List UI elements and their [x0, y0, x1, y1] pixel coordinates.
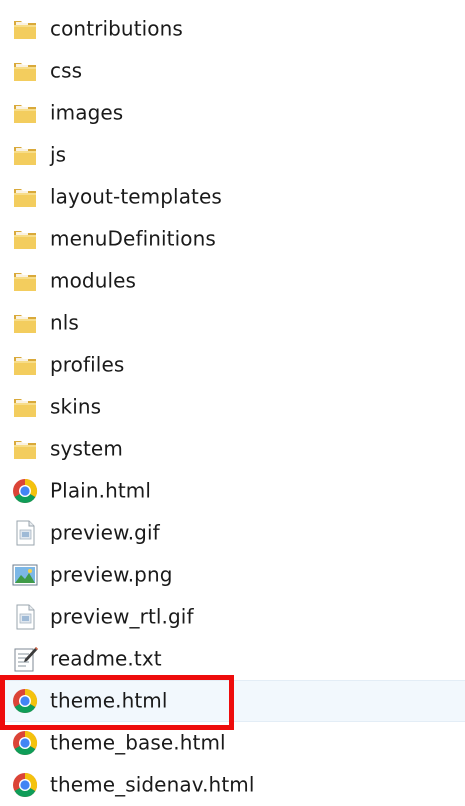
file-row-preview-png[interactable]: preview.png — [0, 554, 465, 596]
folder-icon — [10, 14, 40, 44]
file-name-label: skins — [50, 394, 102, 419]
file-row-plain-html[interactable]: Plain.html — [0, 470, 465, 512]
file-row-layout-templates[interactable]: layout-templates — [0, 176, 465, 218]
file-name-label: layout-templates — [50, 184, 222, 209]
folder-icon — [10, 266, 40, 296]
file-row-readme-txt[interactable]: readme.txt — [0, 638, 465, 680]
folder-icon — [10, 350, 40, 380]
file-name-label: modules — [50, 268, 137, 293]
gif-file-icon — [10, 602, 40, 632]
file-name-label: images — [50, 100, 124, 125]
chrome-html-icon — [10, 686, 40, 716]
file-row-system[interactable]: system — [0, 428, 465, 470]
file-row-skins[interactable]: skins — [0, 386, 465, 428]
file-row-css[interactable]: css — [0, 50, 465, 92]
file-row-preview-rtl-gif[interactable]: preview_rtl.gif — [0, 596, 465, 638]
file-row-js[interactable]: js — [0, 134, 465, 176]
chrome-html-icon — [10, 728, 40, 758]
file-name-label: preview.gif — [50, 520, 160, 545]
file-name-label: Plain.html — [50, 478, 152, 503]
file-row-menudefinitions[interactable]: menuDefinitions — [0, 218, 465, 260]
folder-icon — [10, 182, 40, 212]
image-file-icon — [10, 560, 40, 590]
gif-file-icon — [10, 518, 40, 548]
folder-icon — [10, 392, 40, 422]
chrome-html-icon — [10, 770, 40, 800]
file-list: contributions css images js layout-templ… — [0, 8, 465, 806]
file-name-label: contributions — [50, 16, 183, 41]
file-row-theme-html[interactable]: theme.html — [0, 680, 465, 722]
file-row-preview-gif[interactable]: preview.gif — [0, 512, 465, 554]
folder-icon — [10, 140, 40, 170]
file-name-label: preview.png — [50, 562, 173, 587]
folder-icon — [10, 434, 40, 464]
folder-icon — [10, 56, 40, 86]
file-name-label: theme_sidenav.html — [50, 772, 255, 797]
file-row-theme-sidenav-html[interactable]: theme_sidenav.html — [0, 764, 465, 806]
file-name-label: preview_rtl.gif — [50, 604, 194, 629]
file-name-label: readme.txt — [50, 646, 162, 671]
folder-icon — [10, 98, 40, 128]
file-name-label: theme.html — [50, 688, 168, 713]
file-row-theme-base-html[interactable]: theme_base.html — [0, 722, 465, 764]
file-row-contributions[interactable]: contributions — [0, 8, 465, 50]
folder-icon — [10, 308, 40, 338]
file-row-profiles[interactable]: profiles — [0, 344, 465, 386]
file-name-label: menuDefinitions — [50, 226, 216, 251]
file-name-label: js — [50, 142, 67, 167]
file-row-nls[interactable]: nls — [0, 302, 465, 344]
file-row-modules[interactable]: modules — [0, 260, 465, 302]
chrome-html-icon — [10, 476, 40, 506]
file-name-label: system — [50, 436, 123, 461]
file-name-label: css — [50, 58, 83, 83]
file-name-label: nls — [50, 310, 79, 335]
file-row-images[interactable]: images — [0, 92, 465, 134]
folder-icon — [10, 224, 40, 254]
text-file-icon — [10, 644, 40, 674]
file-name-label: theme_base.html — [50, 730, 226, 755]
file-name-label: profiles — [50, 352, 125, 377]
